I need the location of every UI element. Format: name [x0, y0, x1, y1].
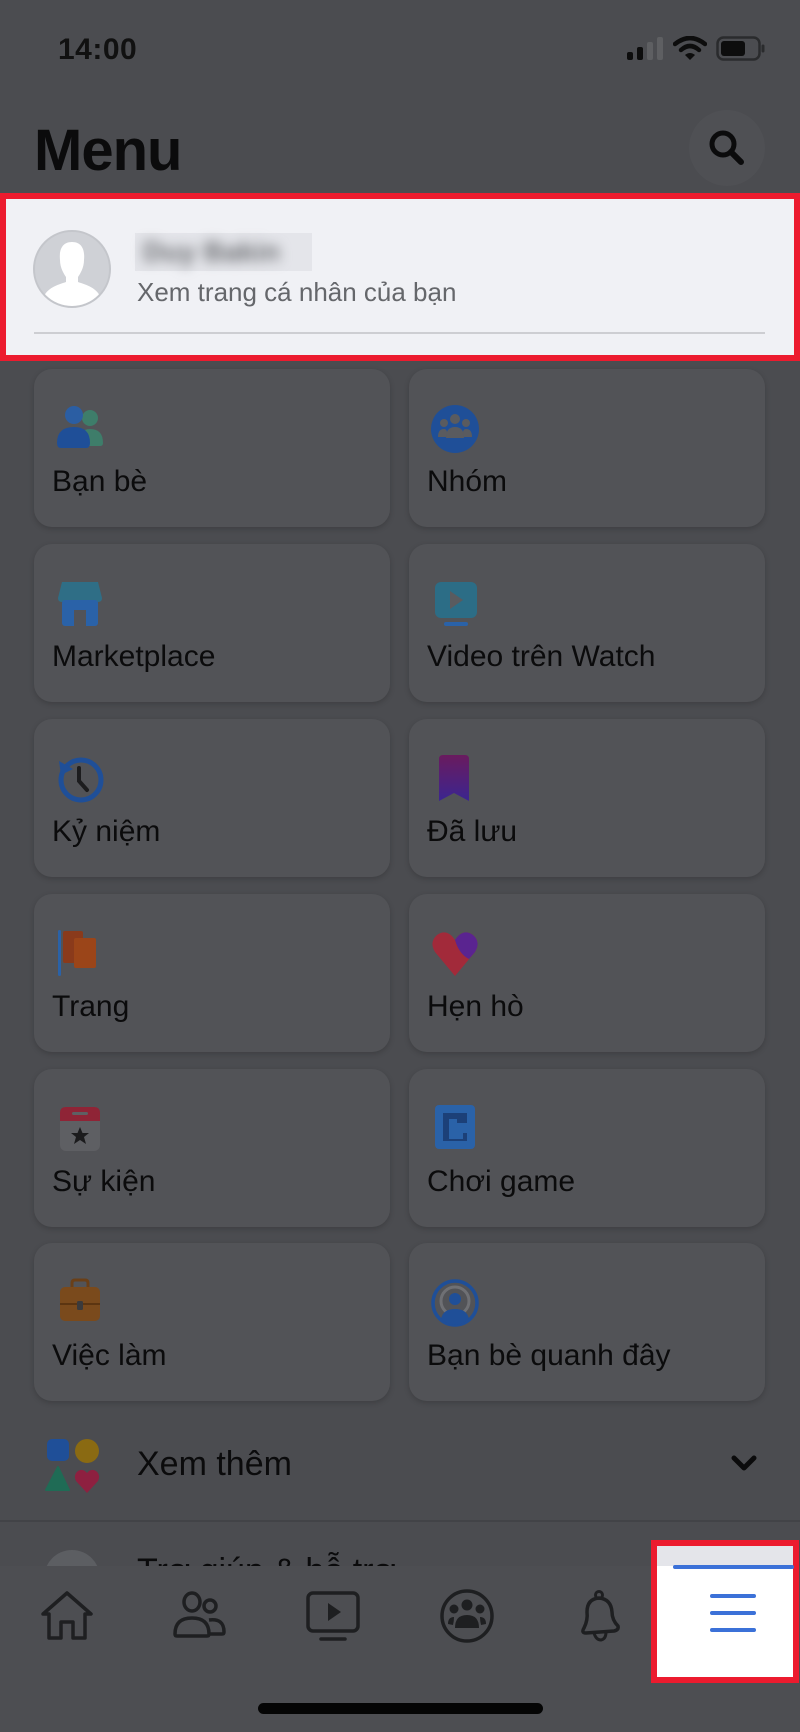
tab-groups[interactable] — [400, 1566, 533, 1666]
default-avatar-icon — [43, 242, 101, 306]
wifi-icon — [673, 36, 707, 60]
friends-icon — [57, 406, 103, 448]
see-more-label: Xem thêm — [137, 1445, 292, 1483]
shortcut-label: Nhóm — [427, 465, 508, 498]
shortcut-label: Sự kiện — [52, 1165, 156, 1198]
shortcut-label: Bạn bè quanh đây — [427, 1339, 671, 1372]
status-time: 14:00 — [58, 33, 138, 66]
shortcut-nearby-friends[interactable]: Bạn bè quanh đây — [409, 1243, 765, 1401]
profile-name-text: Duy Bakin — [143, 236, 280, 267]
tab-notifications[interactable] — [533, 1566, 666, 1666]
battery-icon — [716, 36, 765, 61]
profile-name[interactable]: Duy Bakin — [135, 233, 312, 271]
help-icon — [44, 1550, 100, 1566]
shortcut-dating[interactable]: Hẹn hò — [409, 894, 765, 1052]
memories-icon — [58, 757, 104, 803]
tab-home[interactable] — [0, 1566, 133, 1666]
tab-watch[interactable] — [266, 1566, 399, 1666]
gaming-icon — [435, 1105, 475, 1149]
shortcut-jobs[interactable]: Việc làm — [34, 1243, 390, 1401]
shortcut-saved[interactable]: Đã lưu — [409, 719, 765, 877]
shortcut-label: Video trên Watch — [427, 640, 656, 673]
shortcut-gaming[interactable]: Chơi game — [409, 1069, 765, 1227]
bell-icon — [580, 1590, 620, 1642]
divider — [34, 332, 765, 334]
shortcut-label: Hẹn hò — [427, 990, 524, 1023]
tab-highlight-strip — [657, 1546, 793, 1566]
friends-tab-icon — [172, 1591, 226, 1638]
search-icon — [709, 130, 744, 165]
shapes-icon — [45, 1439, 100, 1493]
hamburger-menu-icon[interactable] — [707, 1589, 759, 1637]
shortcut-label: Việc làm — [52, 1339, 167, 1372]
jobs-icon — [60, 1278, 100, 1321]
home-icon — [40, 1591, 93, 1640]
groups-tab-icon — [439, 1589, 494, 1643]
saved-icon — [439, 755, 469, 801]
home-indicator[interactable] — [258, 1703, 543, 1714]
view-profile-link[interactable]: Xem trang cá nhân của bạn — [137, 277, 456, 308]
groups-icon — [431, 405, 479, 453]
shortcut-label: Đã lưu — [427, 815, 518, 848]
tab-friends[interactable] — [133, 1566, 266, 1666]
shortcut-watch[interactable]: Video trên Watch — [409, 544, 765, 702]
search-button[interactable] — [689, 110, 765, 186]
page-title: Menu — [34, 118, 182, 183]
chevron-down-icon[interactable] — [730, 1452, 758, 1474]
avatar[interactable] — [33, 230, 111, 308]
pages-icon — [58, 930, 96, 976]
active-tab-indicator — [673, 1565, 794, 1569]
shortcut-label: Chơi game — [427, 1165, 576, 1198]
dating-icon — [432, 932, 478, 976]
nearby-friends-icon — [431, 1279, 479, 1327]
shortcut-events[interactable]: Sự kiện — [34, 1069, 390, 1227]
shortcut-label: Kỷ niệm — [52, 815, 161, 848]
marketplace-icon — [58, 582, 102, 626]
see-more-row[interactable] — [0, 1420, 800, 1520]
shortcut-pages[interactable]: Trang — [34, 894, 390, 1052]
shortcut-marketplace[interactable]: Marketplace — [34, 544, 390, 702]
watch-tab-icon — [305, 1591, 360, 1641]
shortcut-label: Trang — [52, 990, 130, 1023]
shortcut-groups[interactable]: Nhóm — [409, 369, 765, 527]
shortcut-memories[interactable]: Kỷ niệm — [34, 719, 390, 877]
shortcut-label: Marketplace — [52, 640, 216, 673]
shortcut-friends[interactable]: Bạn bè — [34, 369, 390, 527]
signal-icon — [627, 37, 663, 60]
help-support-label: Trợ giúp & hỗ trợ — [137, 1552, 396, 1566]
shortcut-label: Bạn bè — [52, 465, 148, 498]
events-icon — [60, 1107, 100, 1151]
watch-video-icon — [435, 582, 477, 626]
